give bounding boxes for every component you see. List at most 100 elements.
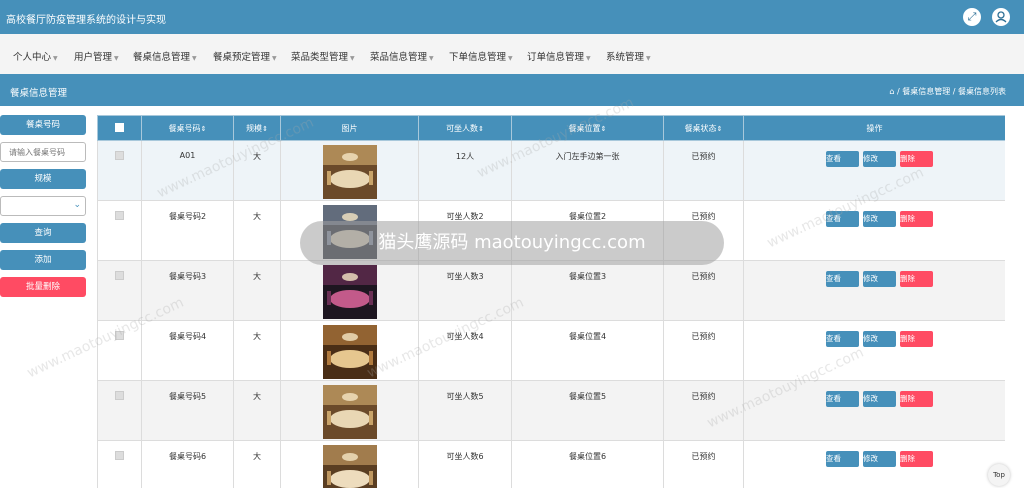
- cell-seats: 可坐人数5: [418, 380, 512, 441]
- sort-icon[interactable]: ⇕: [262, 125, 268, 133]
- cell-size: 大: [233, 200, 281, 261]
- edit-button[interactable]: 修改: [863, 151, 896, 167]
- view-button[interactable]: 查看: [826, 271, 859, 287]
- delete-button[interactable]: 删除: [900, 391, 933, 407]
- row-checkbox-cell[interactable]: [97, 320, 142, 381]
- col-header-code[interactable]: 餐桌号码⇕: [141, 115, 234, 141]
- nav-item-system[interactable]: 系统管理 ▼: [606, 49, 651, 63]
- edit-button[interactable]: 修改: [863, 331, 896, 347]
- cell-code: A01: [141, 140, 234, 201]
- chevron-down-icon: ⌄: [73, 200, 81, 210]
- edit-button[interactable]: 修改: [863, 451, 896, 467]
- cell-size: 大: [233, 440, 281, 488]
- row-checkbox-cell[interactable]: [97, 380, 142, 441]
- cell-size: 大: [233, 260, 281, 321]
- nav-item-order-placement[interactable]: 下单信息管理 ▼: [449, 49, 513, 63]
- edit-button[interactable]: 修改: [863, 391, 896, 407]
- row-checkbox[interactable]: [115, 391, 124, 400]
- delete-button[interactable]: 删除: [900, 331, 933, 347]
- expand-icon[interactable]: ⤢: [963, 8, 981, 26]
- view-button[interactable]: 查看: [826, 391, 859, 407]
- table-code-input[interactable]: [0, 142, 86, 162]
- table-row: 餐桌号码5 大可坐人数5 餐桌位置5 已预约 查看 修改 删除: [97, 380, 1005, 441]
- cell-status: 已预约: [663, 380, 744, 441]
- table-photo[interactable]: [322, 325, 377, 379]
- cell-actions: 查看 修改 删除: [743, 200, 1005, 261]
- home-icon[interactable]: ⌂: [889, 87, 894, 96]
- delete-button[interactable]: 删除: [900, 451, 933, 467]
- sort-icon[interactable]: ⇕: [478, 125, 484, 133]
- col-header-location[interactable]: 餐桌位置⇕: [511, 115, 664, 141]
- nav-item-order-info[interactable]: 订单信息管理 ▼: [527, 49, 591, 63]
- delete-button[interactable]: 删除: [900, 211, 933, 227]
- row-checkbox-cell[interactable]: [97, 440, 142, 488]
- batch-delete-button[interactable]: 批量删除: [0, 277, 86, 297]
- query-button[interactable]: 查询: [0, 223, 86, 243]
- nav-item-dish-type[interactable]: 菜品类型管理 ▼: [291, 49, 355, 63]
- select-all-checkbox-cell[interactable]: [97, 115, 142, 141]
- row-checkbox-cell[interactable]: [97, 260, 142, 321]
- back-to-top-button[interactable]: Top: [988, 464, 1010, 486]
- row-checkbox-cell[interactable]: [97, 200, 142, 261]
- cell-actions: 查看 修改 删除: [743, 320, 1005, 381]
- cell-actions: 查看 修改 删除: [743, 140, 1005, 201]
- cell-size: 大: [233, 380, 281, 441]
- chevron-down-icon: ▼: [586, 55, 591, 62]
- delete-button[interactable]: 删除: [900, 151, 933, 167]
- view-button[interactable]: 查看: [826, 151, 859, 167]
- cell-code: 餐桌号码4: [141, 320, 234, 381]
- select-all-checkbox[interactable]: [115, 122, 124, 132]
- user-icon[interactable]: [992, 8, 1010, 26]
- cell-status: 已预约: [663, 260, 744, 321]
- view-button[interactable]: 查看: [826, 331, 859, 347]
- col-header-size[interactable]: 规模⇕: [233, 115, 281, 141]
- table-row: 餐桌号码4 大可坐人数4 餐桌位置4 已预约 查看 修改 删除: [97, 320, 1005, 381]
- row-checkbox-cell[interactable]: [97, 140, 142, 201]
- cell-size: 大: [233, 140, 281, 201]
- table-photo[interactable]: [322, 385, 377, 439]
- cell-seats: 可坐人数4: [418, 320, 512, 381]
- table-photo[interactable]: [322, 445, 377, 488]
- add-button[interactable]: 添加: [0, 250, 86, 270]
- table-row: A01 大 12人 入门左手边第一张 已预约 查看 修改 删除: [97, 140, 1005, 201]
- chevron-down-icon: ▼: [53, 55, 58, 62]
- app-title: 高校餐厅防疫管理系统的设计与实现: [6, 15, 166, 26]
- cell-seats: 可坐人数3: [418, 260, 512, 321]
- nav-item-dish-info[interactable]: 菜品信息管理 ▼: [370, 49, 434, 63]
- cell-location: 餐桌位置6: [511, 440, 664, 488]
- size-select[interactable]: ⌄: [0, 196, 86, 216]
- breadcrumb-item[interactable]: 餐桌信息管理: [902, 87, 950, 96]
- page-header: 餐桌信息管理 ⌂ / 餐桌信息管理 / 餐桌信息列表: [0, 74, 1024, 106]
- chevron-down-icon: ▼: [508, 55, 513, 62]
- cell-actions: 查看 修改 删除: [743, 260, 1005, 321]
- nav-item-table-booking[interactable]: 餐桌预定管理 ▼: [213, 49, 277, 63]
- row-checkbox[interactable]: [115, 271, 124, 280]
- delete-button[interactable]: 删除: [900, 271, 933, 287]
- table-photo[interactable]: [322, 145, 377, 199]
- sort-icon[interactable]: ⇕: [201, 125, 207, 133]
- table-row: 餐桌号码6 大可坐人数6 餐桌位置6 已预约 查看 修改 删除: [97, 440, 1005, 488]
- nav-item-personal-center[interactable]: 个人中心 ▼: [13, 49, 58, 63]
- cell-image: [280, 380, 419, 441]
- nav-item-user-management[interactable]: 用户管理 ▼: [74, 49, 119, 63]
- cell-actions: 查看 修改 删除: [743, 440, 1005, 488]
- view-button[interactable]: 查看: [826, 211, 859, 227]
- row-checkbox[interactable]: [115, 211, 124, 220]
- sort-icon[interactable]: ⇕: [601, 125, 607, 133]
- col-header-status[interactable]: 餐桌状态⇕: [663, 115, 744, 141]
- col-header-seats[interactable]: 可坐人数⇕: [418, 115, 512, 141]
- row-checkbox[interactable]: [115, 331, 124, 340]
- sort-icon[interactable]: ⇕: [717, 125, 723, 133]
- edit-button[interactable]: 修改: [863, 211, 896, 227]
- view-button[interactable]: 查看: [826, 451, 859, 467]
- chevron-down-icon: ▼: [350, 55, 355, 62]
- cell-code: 餐桌号码5: [141, 380, 234, 441]
- nav-item-table-info[interactable]: 餐桌信息管理 ▼: [133, 49, 197, 63]
- table-photo[interactable]: [322, 265, 377, 319]
- chevron-down-icon: ▼: [429, 55, 434, 62]
- edit-button[interactable]: 修改: [863, 271, 896, 287]
- row-checkbox[interactable]: [115, 151, 124, 160]
- cell-seats: 可坐人数6: [418, 440, 512, 488]
- row-checkbox[interactable]: [115, 451, 124, 460]
- cell-location: 餐桌位置3: [511, 260, 664, 321]
